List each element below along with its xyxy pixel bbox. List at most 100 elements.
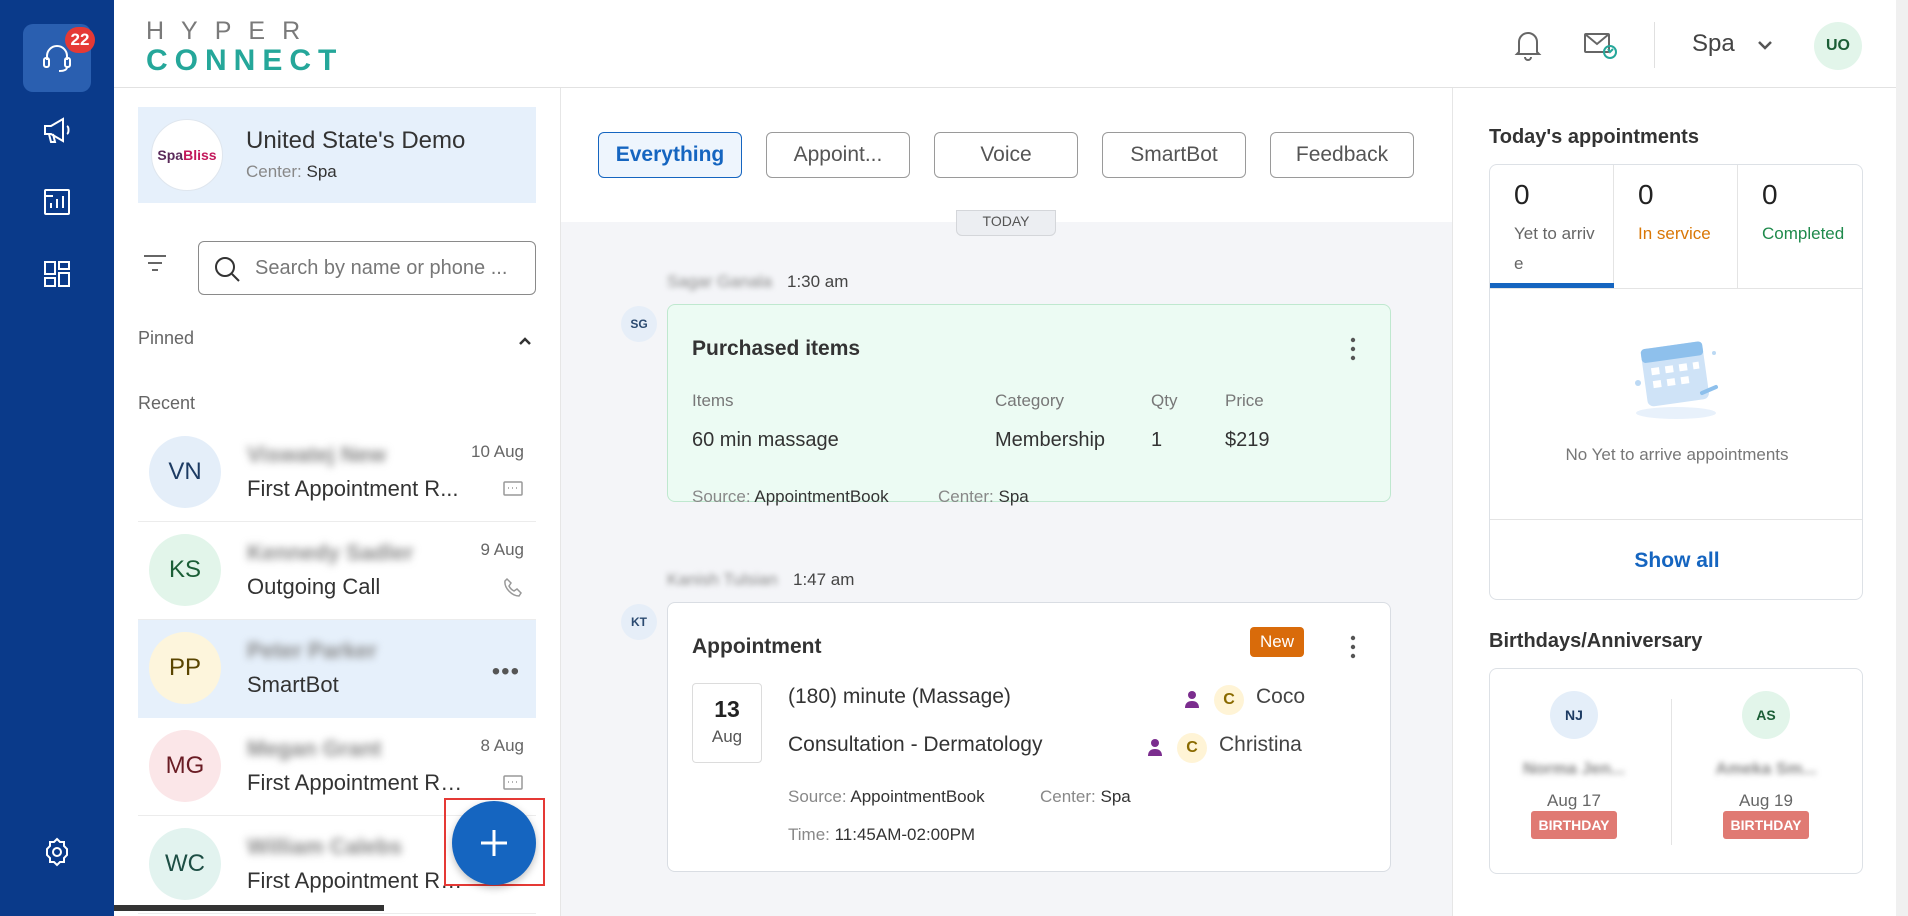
org-logo: Spa Bliss [151,119,223,191]
filter-everything[interactable]: Everything [598,132,742,178]
filter-icon[interactable] [140,248,170,278]
birthdays-box: NJ Norma Jen... Aug 17 BIRTHDAY AS Ameka… [1489,668,1863,874]
filter-smartbot[interactable]: SmartBot [1102,132,1246,178]
user-avatar[interactable]: UO [1814,22,1862,70]
bell-icon[interactable] [1510,26,1546,62]
birthday-date: Aug 19 [1739,791,1793,810]
contact-name: Megan Grant [247,736,382,761]
center-selector[interactable]: Spa [1692,30,1735,58]
avatar: PP [149,632,221,704]
filter-voice[interactable]: Voice [934,132,1078,178]
reports-icon [44,189,70,215]
timeline-author: Kanish Tulsian [667,570,778,589]
rail-reports-button[interactable] [23,168,91,236]
contact-name: Peter Parker [247,638,377,663]
col-header-items: Items [692,391,734,410]
chevron-up-icon[interactable] [514,330,536,352]
new-badge: New [1249,627,1304,657]
birthdays-title: Birthdays/Anniversary [1489,630,1703,652]
person-icon [1185,691,1199,708]
filter-appointments[interactable]: Appoint... [766,132,910,178]
new-conversation-button[interactable] [452,801,536,885]
item-qty: 1 [1151,429,1163,451]
kebab-menu-icon[interactable] [1350,635,1356,659]
stat-label: In service [1638,224,1711,243]
rail-campaigns-button[interactable] [23,96,91,164]
timeline-avatar: KT [621,604,657,640]
conversation-item[interactable]: VN Viswatej New First Appointment R... 1… [138,424,536,522]
todays-appointments-box: 0 Yet to arrive 0 In service 0 Completed… [1489,164,1863,600]
appointment-month: Aug [711,727,743,746]
settings-icon [46,837,68,867]
timeline-time: 1:47 am [793,570,855,589]
org-card[interactable]: Spa Bliss United State's Demo Center: Spa [138,107,536,203]
source-meta: Source: AppointmentBook [788,787,985,806]
contact-name: Kennedy Sadler [247,540,414,565]
conversation-item[interactable]: KS Kennedy Sadler Outgoing Call 9 Aug [138,522,536,620]
birthday-person-name: Norma Jen... [1522,759,1626,778]
birthday-tag: BIRTHDAY [1531,811,1617,839]
search-input[interactable] [255,252,525,284]
show-all-link[interactable]: Show all [1490,549,1862,573]
birthday-date: Aug 17 [1547,791,1601,810]
more-options-icon[interactable]: ••• [492,658,520,686]
inbox-count-badge: 22 [65,27,95,53]
col-header-category: Category [995,391,1064,410]
conversation-preview: First Appointment R... [247,476,459,501]
conversation-preview: First Appointment Re... [247,868,467,893]
col-header-price: Price [1225,391,1264,410]
stat-count: 0 [1514,179,1530,210]
conversation-list-pane: Spa Bliss United State's Demo Center: Spa… [114,88,561,916]
search-box [198,241,536,295]
staff-name: Christina [1219,733,1302,756]
stat-completed[interactable]: 0 Completed [1738,165,1862,289]
stat-yet-to-arrive[interactable]: 0 Yet to arrive [1490,165,1614,289]
plus-icon [481,830,507,856]
todays-appointments-title: Today's appointments [1489,126,1699,148]
rail-apps-button[interactable] [23,240,91,308]
empty-state-text: No Yet to arrive appointments [1565,445,1789,464]
contact-name: William Calebs [247,834,403,859]
top-header: HYPER CONNECT Spa UO [114,0,1908,88]
conversation-item[interactable]: PP Peter Parker SmartBot ••• [138,620,536,718]
staff-name: Coco [1256,685,1306,708]
center-meta: Center: Spa [938,487,1029,506]
appointment-day: 13 [714,696,740,722]
logo-wordmark-top: HYPER [146,17,318,45]
stat-label: Completed [1762,224,1845,243]
conversation-preview: Outgoing Call [247,574,381,599]
item-price: $219 [1225,429,1270,451]
timeline-pane: Everything Appoint... Voice SmartBot Fee… [561,88,1452,916]
contact-name: Viswatej New [247,442,386,467]
purchased-items-card: Purchased items Items Category Qty Price… [667,304,1391,506]
mail-sync-icon[interactable] [1582,26,1618,62]
stat-in-service[interactable]: 0 In service [1614,165,1738,289]
staff-initial: C [1177,733,1207,763]
appointment-date: 13 Aug [692,683,762,763]
timeline-avatar: SG [621,306,657,342]
person-icon [1148,739,1162,756]
recent-section-label: Recent [138,393,196,413]
service-name: (180) minute (Massage) [788,685,1011,708]
rail-inbox-button[interactable]: 22 [23,24,95,92]
rail-settings-button[interactable] [23,818,91,886]
conversation-preview: First Appointment Re... [247,770,467,795]
activity-filter-bar: Everything Appoint... Voice SmartBot Fee… [561,88,1452,222]
center-meta: Center: Spa [1040,787,1131,806]
chevron-down-icon[interactable] [1754,34,1776,56]
message-icon [503,775,523,790]
stat-count: 0 [1762,179,1778,210]
org-center: Center: Spa [246,162,337,181]
avatar: KS [149,534,221,606]
horizontal-scrollbar[interactable] [114,905,384,911]
stat-count: 0 [1638,179,1654,210]
active-tab-underline [1490,283,1614,288]
divider [1490,519,1862,520]
conversation-preview: SmartBot [247,672,339,697]
filter-feedback[interactable]: Feedback [1270,132,1414,178]
vertical-scrollbar[interactable] [1896,0,1908,916]
org-name: United State's Demo [246,127,466,154]
phone-icon [504,577,522,597]
kebab-menu-icon[interactable] [1350,337,1356,361]
card-title: Appointment [692,635,822,658]
